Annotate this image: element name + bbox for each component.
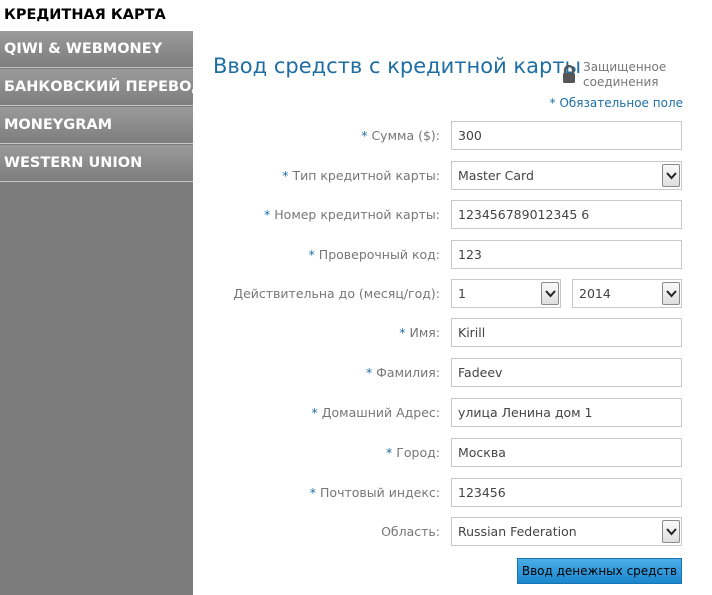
chevron-down-icon[interactable] — [662, 520, 680, 543]
cvv-row: * Проверочный код: 123 — [200, 240, 690, 269]
secure-connection-text: Защищенное соединения — [583, 60, 667, 89]
sidebar-item-western-union[interactable]: WESTERN UNION — [0, 145, 193, 182]
chevron-down-icon[interactable] — [541, 282, 559, 305]
card-type-select[interactable]: Master Card — [451, 161, 682, 190]
chevron-down-icon[interactable] — [662, 282, 680, 305]
card-type-value: Master Card — [458, 168, 534, 183]
address-label: * Домашний Адрес: — [311, 405, 440, 420]
chevron-down-icon[interactable] — [662, 164, 680, 187]
last-name-label: * Фамилия: — [365, 365, 440, 380]
region-row: Область: Russian Federation — [200, 517, 690, 546]
sidebar-item-bank-transfer[interactable]: БАНКОВСКИЙ ПЕРЕВОД — [0, 69, 204, 106]
expiry-label: Действительна до (месяц/год): — [233, 286, 440, 301]
card-type-row: * Тип кредитной карты: Master Card — [200, 161, 690, 190]
city-label: * Город: — [386, 445, 440, 460]
amount-input[interactable]: 300 — [451, 121, 682, 150]
first-name-row: * Имя: Kirill — [200, 318, 690, 347]
address-row: * Домашний Адрес: улица Ленина дом 1 — [200, 398, 690, 427]
cvv-input[interactable]: 123 — [451, 240, 682, 269]
first-name-label: * Имя: — [399, 325, 440, 340]
expiry-row: Действительна до (месяц/год): 1 2014 — [200, 279, 690, 308]
last-name-row: * Фамилия: Fadeev — [200, 358, 690, 387]
expiry-year-select[interactable]: 2014 — [572, 279, 682, 308]
sidebar-item-moneygram[interactable]: MONEYGRAM — [0, 107, 193, 144]
sidebar-item-credit-card[interactable]: КРЕДИТНАЯ КАРТА — [0, 0, 193, 31]
sidebar: КРЕДИТНАЯ КАРТА QIWI & WEBMONEY БАНКОВСК… — [0, 0, 204, 595]
cvv-label: * Проверочный код: — [308, 247, 440, 262]
region-select[interactable]: Russian Federation — [451, 517, 682, 546]
page-title: Ввод средств с кредитной карты — [213, 54, 582, 78]
region-value: Russian Federation — [458, 524, 577, 539]
expiry-year-value: 2014 — [579, 286, 611, 301]
submit-deposit-button[interactable]: Ввод денежных средств — [517, 558, 682, 584]
zip-input[interactable]: 123456 — [451, 478, 682, 507]
card-number-label: * Номер кредитной карты: — [264, 207, 440, 222]
city-row: * Город: Москва — [200, 438, 690, 467]
amount-row: * Сумма ($): 300 — [200, 121, 690, 150]
last-name-input[interactable]: Fadeev — [451, 358, 682, 387]
sidebar-item-qiwi-webmoney[interactable]: QIWI & WEBMONEY — [0, 31, 193, 68]
card-type-label: * Тип кредитной карты: — [282, 168, 440, 183]
city-input[interactable]: Москва — [451, 438, 682, 467]
required-field-note: * Обязательное поле — [549, 96, 683, 110]
expiry-month-select[interactable]: 1 — [451, 279, 561, 308]
region-label: Область: — [381, 524, 440, 539]
lock-icon — [563, 64, 575, 83]
expiry-month-value: 1 — [458, 286, 466, 301]
address-input[interactable]: улица Ленина дом 1 — [451, 398, 682, 427]
card-number-row: * Номер кредитной карты: 123456789012345… — [200, 200, 690, 229]
card-number-input[interactable]: 123456789012345 6 — [451, 200, 682, 229]
amount-label: * Сумма ($): — [361, 128, 440, 143]
zip-row: * Почтовый индекс: 123456 — [200, 478, 690, 507]
zip-label: * Почтовый индекс: — [309, 485, 440, 500]
first-name-input[interactable]: Kirill — [451, 318, 682, 347]
